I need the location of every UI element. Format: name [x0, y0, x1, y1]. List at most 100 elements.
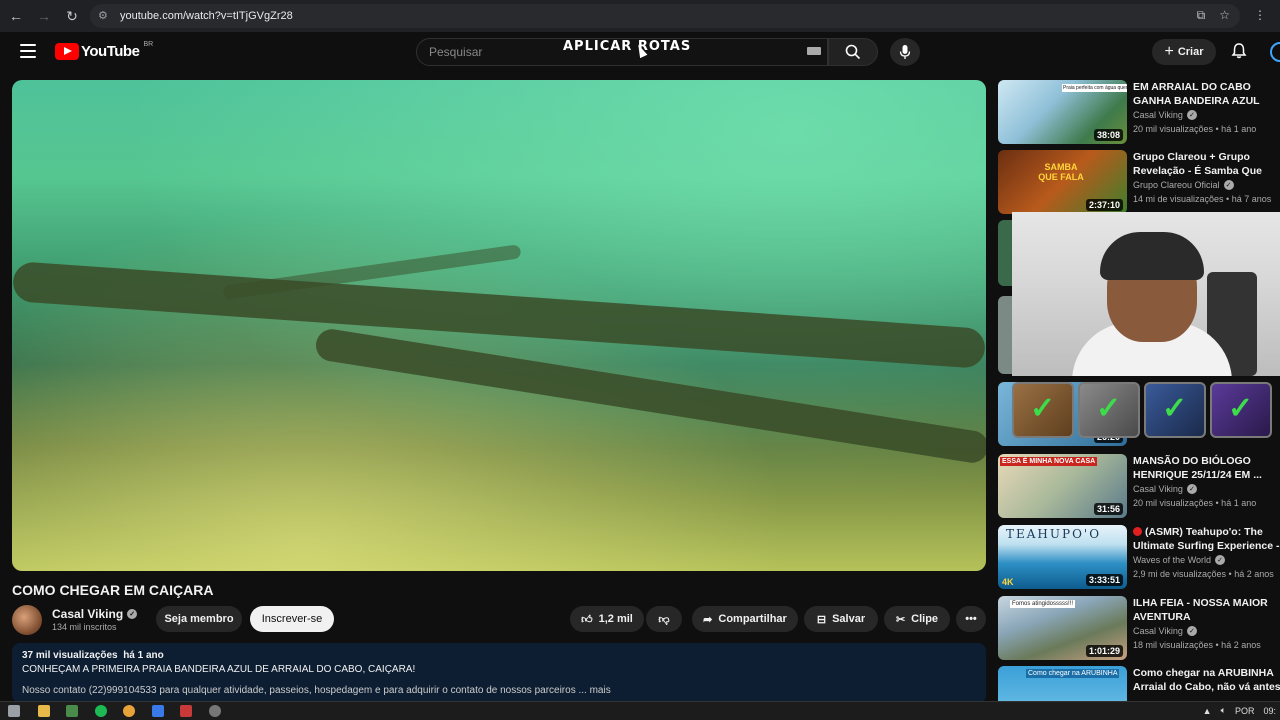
windows-start-icon[interactable] — [8, 705, 20, 717]
site-info-icon[interactable]: ⚙ — [98, 9, 112, 23]
app-icon[interactable] — [152, 705, 164, 717]
recommendation-item[interactable]: Como chegar na ARUBINHA Como chegar na A… — [998, 666, 1280, 701]
recommendation-item[interactable]: SAMBA QUE FALA 2:37:10 Grupo Clareou + G… — [998, 150, 1280, 216]
stream-overlay-title: APLICAR ROTAS — [563, 39, 692, 54]
video-thumbnail[interactable]: TEAHUPO'O 4K 3:33:51 — [998, 525, 1127, 589]
recommendation-channel: Waves of the World ✓ — [1133, 555, 1226, 565]
search-placeholder: Pesquisar — [429, 45, 483, 59]
recommendation-item[interactable]: Praia perfeita com água quente! 38:08 EM… — [998, 80, 1280, 146]
logo-text: YouTube — [81, 43, 140, 60]
url-text: youtube.com/watch?v=tITjGVgZr28 — [120, 10, 293, 22]
search-icon — [845, 44, 861, 60]
duration-badge: 31:56 — [1093, 503, 1123, 515]
clock[interactable]: 09: — [1263, 706, 1276, 716]
upload-age: há 1 ano — [123, 650, 164, 661]
dislike-button[interactable]: 👎︎ — [646, 606, 682, 632]
bookmark-star-icon[interactable]: ☆ — [1219, 8, 1230, 23]
settings-icon[interactable] — [209, 705, 221, 717]
subscriber-count: 134 mil inscritos — [52, 622, 117, 632]
join-button[interactable]: Seja membro — [156, 606, 242, 632]
channel-name[interactable]: Casal Viking ✓ — [52, 607, 138, 621]
address-bar[interactable]: ⚙ youtube.com/watch?v=tITjGVgZr28 ⧉ ☆ — [90, 4, 1240, 28]
thumbnail-caption: TEAHUPO'O — [1006, 527, 1102, 541]
checkmark-icon: ✓ — [1030, 392, 1056, 425]
video-thumbnail[interactable]: ESSA É MINHA NOVA CASA 31:56 — [998, 454, 1127, 518]
microphone-icon — [899, 45, 911, 59]
recommendation-item[interactable]: ESSA É MINHA NOVA CASA 31:56 MANSÃO DO B… — [998, 454, 1280, 520]
recommendation-title: MANSÃO DO BIÓLOGO HENRIQUE 25/11/24 EM .… — [1133, 455, 1262, 481]
recommendation-channel: Grupo Clareou Oficial ✓ — [1133, 180, 1234, 190]
recommendation-channel: Casal Viking ✓ — [1133, 484, 1197, 494]
share-arrow-icon: ➦ — [703, 613, 713, 626]
video-player[interactable] — [12, 80, 986, 571]
save-button[interactable]: ⊟ Salvar — [804, 606, 878, 632]
thumbnail-caption: Praia perfeita com água quente! — [1062, 84, 1127, 92]
account-avatar[interactable] — [1270, 42, 1280, 62]
app-icon[interactable] — [66, 705, 78, 717]
create-button[interactable]: + Criar — [1152, 39, 1216, 65]
stream-check-badges: ✓ ✓ ✓ ✓ — [1012, 382, 1280, 438]
checkmark-icon: ✓ — [1096, 392, 1122, 425]
subscribe-label: Inscrever-se — [261, 613, 323, 625]
like-count: 1,2 mil — [598, 613, 633, 625]
recommendation-meta: 20 mil visualizações • há 1 ano — [1133, 498, 1257, 508]
recommendation-title-text: (ASMR) Teahupo'o: The Ultimate Surfing E… — [1133, 526, 1280, 552]
reload-icon[interactable]: ↻ — [60, 4, 84, 28]
notifications-bell-icon[interactable] — [1230, 42, 1248, 65]
clip-label: Clipe — [911, 613, 939, 625]
tray-icon[interactable]: ▲ — [1203, 706, 1212, 716]
browser-menu-icon[interactable]: ⋮ — [1254, 8, 1266, 22]
youtube-logo[interactable]: YouTube BR — [55, 41, 153, 60]
install-app-icon[interactable]: ⧉ — [1197, 8, 1206, 23]
like-button[interactable]: 👍︎ 1,2 mil — [570, 606, 644, 632]
verified-icon: ✓ — [1186, 626, 1197, 636]
menu-icon[interactable] — [20, 44, 36, 58]
clip-button[interactable]: ✂ Clipe — [884, 606, 950, 632]
recommendation-title: Como chegar na ARUBINHA Arraial do Cabo,… — [1133, 667, 1280, 693]
recommendation-item[interactable]: TEAHUPO'O 4K 3:33:51 (ASMR) Teahupo'o: T… — [998, 525, 1280, 591]
chrome-icon[interactable] — [123, 705, 135, 717]
more-actions-button[interactable]: ••• — [956, 606, 986, 632]
file-explorer-icon[interactable] — [38, 705, 50, 717]
browser-toolbar: ← → ↻ ⚙ youtube.com/watch?v=tITjGVgZr28 … — [0, 0, 1280, 32]
voice-search-button[interactable] — [890, 38, 920, 66]
keyboard-icon[interactable] — [807, 47, 821, 55]
subscribe-button[interactable]: Inscrever-se — [250, 606, 334, 632]
video-thumbnail[interactable]: SAMBA QUE FALA 2:37:10 — [998, 150, 1127, 214]
recommendation-title: ILHA FEIA - NOSSA MAIOR AVENTURA — [1133, 597, 1268, 623]
more-dots-icon: ••• — [965, 613, 977, 625]
channel-name-text: Casal Viking — [52, 607, 124, 621]
hidden-thumbnail[interactable] — [998, 220, 1012, 286]
search-button[interactable] — [828, 38, 878, 66]
description-line: CONHEÇAM A PRIMEIRA PRAIA BANDEIRA AZUL … — [22, 664, 416, 675]
back-icon[interactable]: ← — [4, 4, 28, 28]
description-line: Nosso contato (22)999104533 para qualque… — [22, 685, 611, 696]
forward-icon[interactable]: → — [32, 4, 56, 28]
join-label: Seja membro — [164, 613, 234, 625]
verified-icon: ✓ — [1186, 484, 1197, 494]
view-count: 37 mil visualizações — [22, 650, 118, 661]
plus-icon: + — [1164, 43, 1174, 60]
save-label: Salvar — [832, 613, 866, 625]
volume-icon[interactable]: 🔈︎ — [1221, 705, 1226, 716]
video-thumbnail[interactable]: Praia perfeita com água quente! 38:08 — [998, 80, 1127, 144]
recommendation-title: (ASMR) Teahupo'o: The Ultimate Surfing E… — [1133, 525, 1280, 553]
recommendation-channel-name: Waves of the World — [1133, 555, 1212, 565]
checkmark-icon: ✓ — [1162, 392, 1188, 425]
recommendation-item[interactable]: Fomos atingidosssss!!! 1:01:29 ILHA FEIA… — [998, 596, 1280, 662]
hidden-thumbnail[interactable] — [998, 296, 1012, 374]
thumbs-up-icon: 👍︎ — [581, 613, 593, 626]
share-button[interactable]: ➦ Compartilhar — [692, 606, 798, 632]
description-box[interactable]: 37 mil visualizações há 1 ano CONHEÇAM A… — [12, 643, 986, 703]
webcam-headset-cap — [1100, 232, 1204, 280]
video-thumbnail[interactable]: Como chegar na ARUBINHA — [998, 666, 1127, 701]
video-thumbnail[interactable]: Fomos atingidosssss!!! 1:01:29 — [998, 596, 1127, 660]
app-icon[interactable] — [180, 705, 192, 717]
spotify-icon[interactable] — [95, 705, 107, 717]
channel-avatar[interactable] — [12, 605, 42, 635]
system-tray: ▲ 🔈︎ POR 09: — [1203, 705, 1276, 716]
verified-icon: ✓ — [1223, 180, 1234, 190]
language-indicator[interactable]: POR — [1235, 706, 1255, 716]
check-badge: ✓ — [1210, 382, 1272, 438]
recommendation-channel-name: Casal Viking — [1133, 484, 1183, 494]
